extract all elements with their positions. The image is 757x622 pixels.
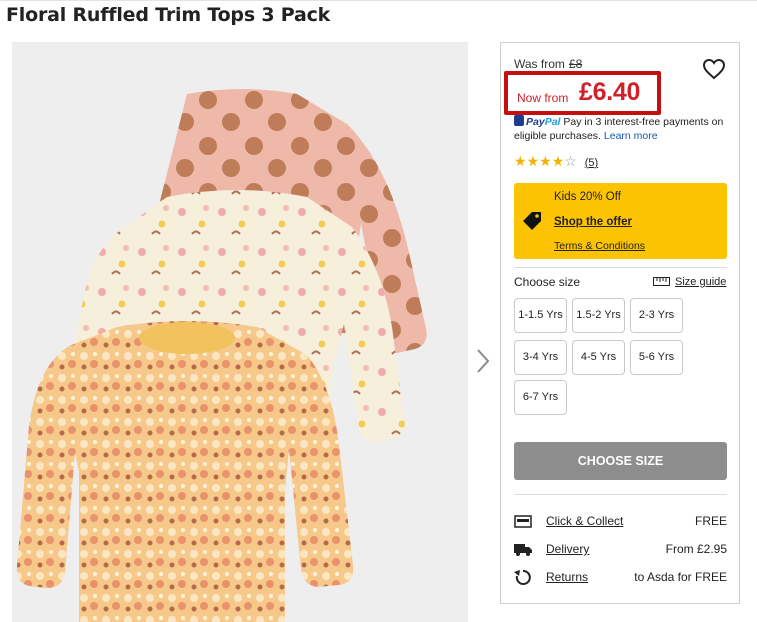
now-label: Now from bbox=[517, 91, 569, 105]
offer-title: Kids 20% Off bbox=[554, 191, 621, 203]
divider bbox=[514, 494, 727, 495]
delivery-row-delivery: Delivery From £2.95 bbox=[514, 540, 727, 560]
choose-size-label: Choose size bbox=[514, 275, 581, 289]
returns-value: to Asda for FREE bbox=[634, 570, 727, 584]
star-icon: ★ bbox=[551, 153, 565, 169]
truck-icon bbox=[514, 544, 532, 556]
choose-size-button[interactable]: CHOOSE SIZE bbox=[514, 442, 727, 480]
size-guide-link[interactable]: Size guide bbox=[653, 276, 726, 288]
delivery-value: From £2.95 bbox=[665, 542, 727, 556]
size-option-1-1.5[interactable]: 1-1.5 Yrs bbox=[514, 298, 567, 333]
size-option-6-7[interactable]: 6-7 Yrs bbox=[514, 380, 567, 415]
size-option-4-5[interactable]: 4-5 Yrs bbox=[572, 340, 625, 375]
size-option-2-3[interactable]: 2-3 Yrs bbox=[630, 298, 683, 333]
size-option-1.5-2[interactable]: 1.5-2 Yrs bbox=[572, 298, 625, 333]
review-count[interactable]: (5) bbox=[585, 157, 598, 169]
star-icon: ★ bbox=[514, 153, 527, 169]
now-price: £6.40 bbox=[579, 78, 641, 106]
delivery-row-click-collect: Click & Collect FREE bbox=[514, 512, 727, 532]
delivery-link[interactable]: Delivery bbox=[546, 542, 589, 556]
returns-icon bbox=[514, 569, 531, 585]
click-collect-link[interactable]: Click & Collect bbox=[546, 514, 623, 528]
click-collect-value: FREE bbox=[694, 514, 727, 528]
price-tag-icon bbox=[523, 212, 541, 230]
size-option-3-4[interactable]: 3-4 Yrs bbox=[514, 340, 567, 375]
product-image[interactable] bbox=[12, 42, 468, 622]
paypal-message: PayPal Pay in 3 interest-free payments o… bbox=[514, 115, 736, 143]
star-icon: ★ bbox=[539, 153, 552, 169]
product-photo-illustration bbox=[16, 89, 427, 622]
ruler-icon bbox=[653, 277, 670, 286]
top-divider bbox=[0, 0, 757, 1]
learn-more-link[interactable]: Learn more bbox=[604, 130, 658, 142]
delivery-row-returns: Returns to Asda for FREE bbox=[514, 568, 727, 588]
paypal-icon bbox=[514, 115, 524, 126]
was-value: £8 bbox=[568, 57, 583, 71]
product-title: Floral Ruffled Trim Tops 3 Pack bbox=[6, 4, 331, 26]
product-purchase-panel: Was from £8 Now from £6.40 PayPal Pay in … bbox=[500, 42, 740, 604]
was-price: Was from £8 bbox=[514, 57, 582, 71]
offer-banner: Kids 20% Off Shop the offer Terms & Cond… bbox=[514, 183, 727, 259]
divider bbox=[514, 267, 727, 268]
shop-offer-link[interactable]: Shop the offer bbox=[554, 216, 632, 228]
star-empty-icon: ☆ bbox=[564, 153, 577, 169]
next-image-arrow-icon[interactable] bbox=[474, 348, 492, 374]
wishlist-heart-icon[interactable] bbox=[702, 57, 726, 81]
size-option-5-6[interactable]: 5-6 Yrs bbox=[630, 340, 683, 375]
paypal-logo: PayPal bbox=[526, 116, 561, 128]
was-label: Was from bbox=[514, 57, 565, 71]
now-price-highlight: Now from £6.40 bbox=[504, 71, 661, 115]
star-rating[interactable]: ★★★★☆ (5) bbox=[514, 153, 598, 170]
store-icon bbox=[514, 515, 532, 528]
returns-link[interactable]: Returns bbox=[546, 570, 588, 584]
star-icon: ★ bbox=[526, 153, 540, 169]
terms-conditions-link[interactable]: Terms & Conditions bbox=[554, 240, 645, 252]
